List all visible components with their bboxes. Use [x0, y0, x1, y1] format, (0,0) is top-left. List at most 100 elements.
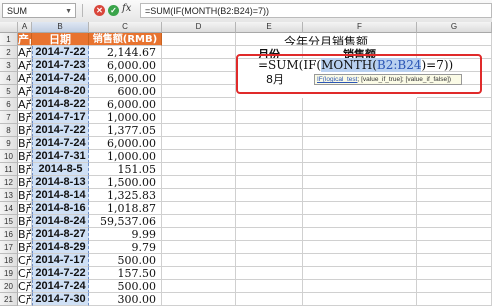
- row-header-11[interactable]: 11: [0, 163, 18, 176]
- empty-cell[interactable]: [236, 111, 303, 124]
- empty-cell[interactable]: [303, 280, 417, 293]
- row-header-1[interactable]: 1: [0, 33, 18, 46]
- chevron-down-icon[interactable]: ▼: [65, 4, 72, 19]
- empty-cell[interactable]: [236, 150, 303, 163]
- empty-cell[interactable]: [417, 137, 492, 150]
- date-cell[interactable]: 2014-7-24: [32, 280, 89, 293]
- empty-cell[interactable]: [417, 241, 492, 254]
- empty-cell[interactable]: [236, 124, 303, 137]
- empty-cell[interactable]: [417, 163, 492, 176]
- empty-cell[interactable]: [162, 163, 236, 176]
- row-header-15[interactable]: 15: [0, 215, 18, 228]
- product-cell[interactable]: B产品: [18, 241, 32, 254]
- column-header-b[interactable]: B: [32, 22, 89, 33]
- empty-cell[interactable]: [303, 267, 417, 280]
- date-cell[interactable]: 2014-8-13: [32, 176, 89, 189]
- empty-cell[interactable]: [162, 215, 236, 228]
- empty-cell[interactable]: [303, 111, 417, 124]
- date-cell[interactable]: 2014-8-16: [32, 202, 89, 215]
- empty-cell[interactable]: [236, 215, 303, 228]
- empty-cell[interactable]: [162, 137, 236, 150]
- empty-cell[interactable]: [417, 254, 492, 267]
- empty-cell[interactable]: [162, 202, 236, 215]
- product-cell[interactable]: B产品: [18, 189, 32, 202]
- row-header-3[interactable]: 3: [0, 59, 18, 72]
- empty-cell[interactable]: [417, 176, 492, 189]
- empty-cell[interactable]: [162, 150, 236, 163]
- amount-cell[interactable]: 6,000.00: [89, 98, 162, 111]
- empty-cell[interactable]: [236, 280, 303, 293]
- amount-cell[interactable]: 1,377.05: [89, 124, 162, 137]
- date-cell[interactable]: 2014-7-30: [32, 293, 89, 306]
- product-cell[interactable]: B产品: [18, 228, 32, 241]
- amount-cell[interactable]: 9.79: [89, 241, 162, 254]
- amount-cell[interactable]: 151.05: [89, 163, 162, 176]
- function-wizard-button[interactable]: fx: [122, 3, 131, 14]
- empty-cell[interactable]: [417, 280, 492, 293]
- empty-cell[interactable]: [303, 176, 417, 189]
- row-header-4[interactable]: 4: [0, 72, 18, 85]
- row-header-13[interactable]: 13: [0, 189, 18, 202]
- empty-cell[interactable]: [162, 280, 236, 293]
- column-header-f[interactable]: F: [303, 22, 417, 33]
- amount-cell[interactable]: 500.00: [89, 254, 162, 267]
- product-cell[interactable]: C产品: [18, 267, 32, 280]
- row-header-21[interactable]: 21: [0, 293, 18, 306]
- product-header[interactable]: 产品: [18, 33, 32, 46]
- product-cell[interactable]: C产品: [18, 293, 32, 306]
- confirm-icon[interactable]: ✓: [108, 5, 119, 16]
- empty-cell[interactable]: [303, 293, 417, 306]
- empty-cell[interactable]: [236, 293, 303, 306]
- product-cell[interactable]: B产品: [18, 202, 32, 215]
- row-header-19[interactable]: 19: [0, 267, 18, 280]
- product-cell[interactable]: C产品: [18, 254, 32, 267]
- date-cell[interactable]: 2014-7-23: [32, 59, 89, 72]
- empty-cell[interactable]: [417, 111, 492, 124]
- product-cell[interactable]: B产品: [18, 176, 32, 189]
- empty-cell[interactable]: [417, 267, 492, 280]
- row-header-20[interactable]: 20: [0, 280, 18, 293]
- empty-cell[interactable]: [236, 189, 303, 202]
- empty-cell[interactable]: [303, 215, 417, 228]
- empty-cell[interactable]: [162, 241, 236, 254]
- empty-cell[interactable]: [417, 33, 492, 46]
- empty-cell[interactable]: [417, 202, 492, 215]
- empty-cell[interactable]: [303, 189, 417, 202]
- empty-cell[interactable]: [303, 254, 417, 267]
- amount-cell[interactable]: 157.50: [89, 267, 162, 280]
- product-cell[interactable]: A产品: [18, 98, 32, 111]
- empty-cell[interactable]: [236, 98, 303, 111]
- empty-cell[interactable]: [303, 150, 417, 163]
- product-cell[interactable]: B产品: [18, 137, 32, 150]
- amount-cell[interactable]: 500.00: [89, 280, 162, 293]
- empty-cell[interactable]: [236, 267, 303, 280]
- amount-cell[interactable]: 1,018.87: [89, 202, 162, 215]
- row-header-10[interactable]: 10: [0, 150, 18, 163]
- date-cell[interactable]: 2014-7-17: [32, 111, 89, 124]
- empty-cell[interactable]: [162, 85, 236, 98]
- empty-cell[interactable]: [162, 176, 236, 189]
- empty-cell[interactable]: [236, 241, 303, 254]
- empty-cell[interactable]: [417, 98, 492, 111]
- amount-cell[interactable]: 1,325.83: [89, 189, 162, 202]
- amount-cell[interactable]: 6,000.00: [89, 137, 162, 150]
- date-cell[interactable]: 2014-7-22: [32, 267, 89, 280]
- date-cell[interactable]: 2014-8-27: [32, 228, 89, 241]
- formula-input[interactable]: =SUM(IF(MONTH(B2:B24)=7)): [140, 3, 492, 18]
- date-cell[interactable]: 2014-7-31: [32, 150, 89, 163]
- date-cell[interactable]: 2014-7-17: [32, 254, 89, 267]
- date-cell[interactable]: 2014-7-24: [32, 137, 89, 150]
- empty-cell[interactable]: [162, 228, 236, 241]
- empty-cell[interactable]: [162, 33, 236, 46]
- empty-cell[interactable]: [303, 98, 417, 111]
- date-cell[interactable]: 2014-7-24: [32, 72, 89, 85]
- product-cell[interactable]: B产品: [18, 111, 32, 124]
- row-header-5[interactable]: 5: [0, 85, 18, 98]
- empty-cell[interactable]: [236, 202, 303, 215]
- date-cell[interactable]: 2014-8-20: [32, 85, 89, 98]
- date-header[interactable]: 日期: [32, 33, 89, 46]
- column-header-c[interactable]: C: [89, 22, 162, 33]
- date-cell[interactable]: 2014-8-29: [32, 241, 89, 254]
- month-value-cell[interactable]: 8月: [266, 71, 284, 87]
- product-cell[interactable]: C产品: [18, 280, 32, 293]
